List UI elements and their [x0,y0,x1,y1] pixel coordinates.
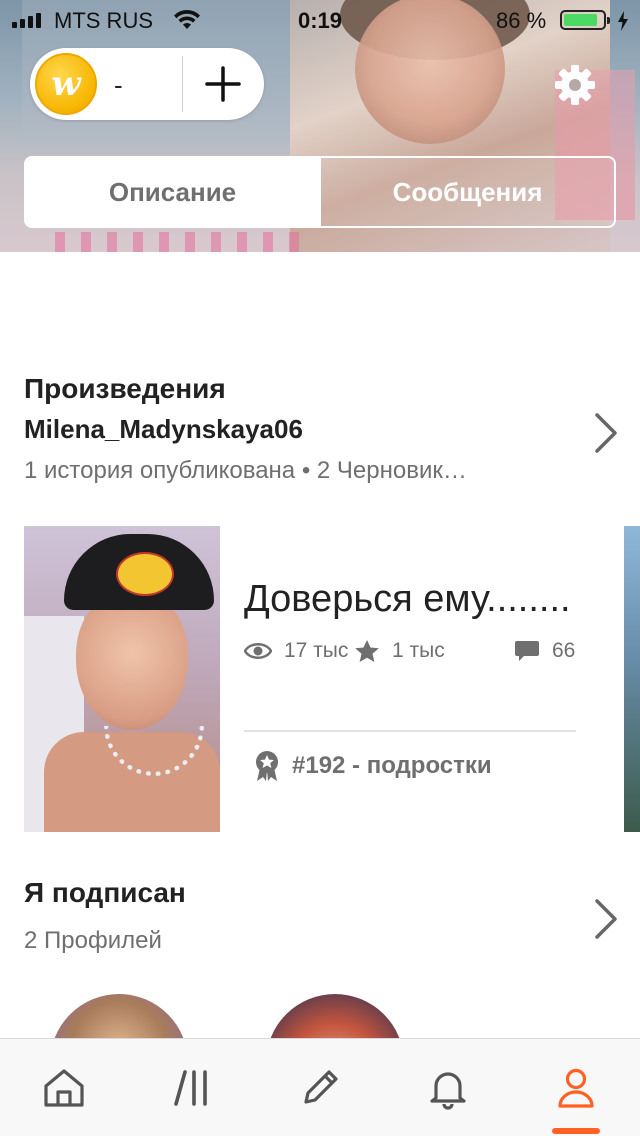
eye-icon [244,643,272,659]
story-divider [244,730,576,732]
works-section-title: Произведения [24,373,226,404]
reads-stat: 17 тыс [244,639,354,663]
works-meta: 1 история опубликована • 2 Черновик… [24,457,467,484]
battery-percent: 86 % [496,8,547,33]
votes-stat: 1 тыс [354,639,514,663]
library-icon [174,1069,207,1106]
next-story-cover[interactable] [624,526,640,832]
nav-profile[interactable] [512,1039,640,1136]
following-chevron-right-icon[interactable] [588,896,622,942]
profile-tabs: Описание Сообщения [24,156,616,228]
bottom-tab-bar [0,1038,640,1136]
comment-icon [515,641,539,661]
profile-header: MTS RUS 0:19 86 % w - Описание Сообщения [0,0,640,252]
works-username: Milena_Madynskaya06 [24,414,303,444]
rank-text: #192 - подростки [292,752,492,779]
tab-messages[interactable]: Сообщения [319,158,614,226]
coin-icon: w [35,53,97,115]
works-chevron-right-icon[interactable] [588,410,622,456]
settings-gear-icon[interactable] [552,62,598,108]
story-cover-image[interactable] [24,526,220,832]
coin-count: - [114,70,123,100]
comments-stat: 66 [514,639,575,663]
buy-coins-button[interactable] [196,58,250,110]
battery-icon [560,10,610,30]
following-count: 2 Профилей [24,927,162,954]
comments-count: 66 [552,639,576,662]
coin-balance-pill[interactable]: w - [30,48,264,120]
bell-icon [430,1071,466,1110]
home-icon [44,1068,84,1107]
votes-count: 1 тыс [392,639,445,662]
nav-notifications[interactable] [384,1039,512,1136]
tab-about[interactable]: Описание [26,158,319,226]
following-section-title: Я подписан [24,877,186,908]
plus-icon [205,66,241,102]
nav-home[interactable] [0,1039,128,1136]
reads-count: 17 тыс [284,639,349,662]
ranking-badge-icon [256,751,278,781]
pencil-icon [304,1069,338,1104]
cover-image-hearts [55,232,305,252]
star-icon [355,640,379,662]
status-bar: MTS RUS 0:19 86 % [0,0,640,40]
coin-divider [182,56,183,112]
charging-icon [618,11,628,31]
story-title[interactable]: Доверься ему........ [244,578,571,621]
nav-write[interactable] [256,1039,384,1136]
active-tab-indicator [552,1128,600,1134]
story-stats: 17 тыс 1 тыс 66 [244,636,575,666]
profile-icon [558,1068,594,1108]
nav-library[interactable] [128,1039,256,1136]
story-rank[interactable]: #192 - подростки [254,750,492,782]
